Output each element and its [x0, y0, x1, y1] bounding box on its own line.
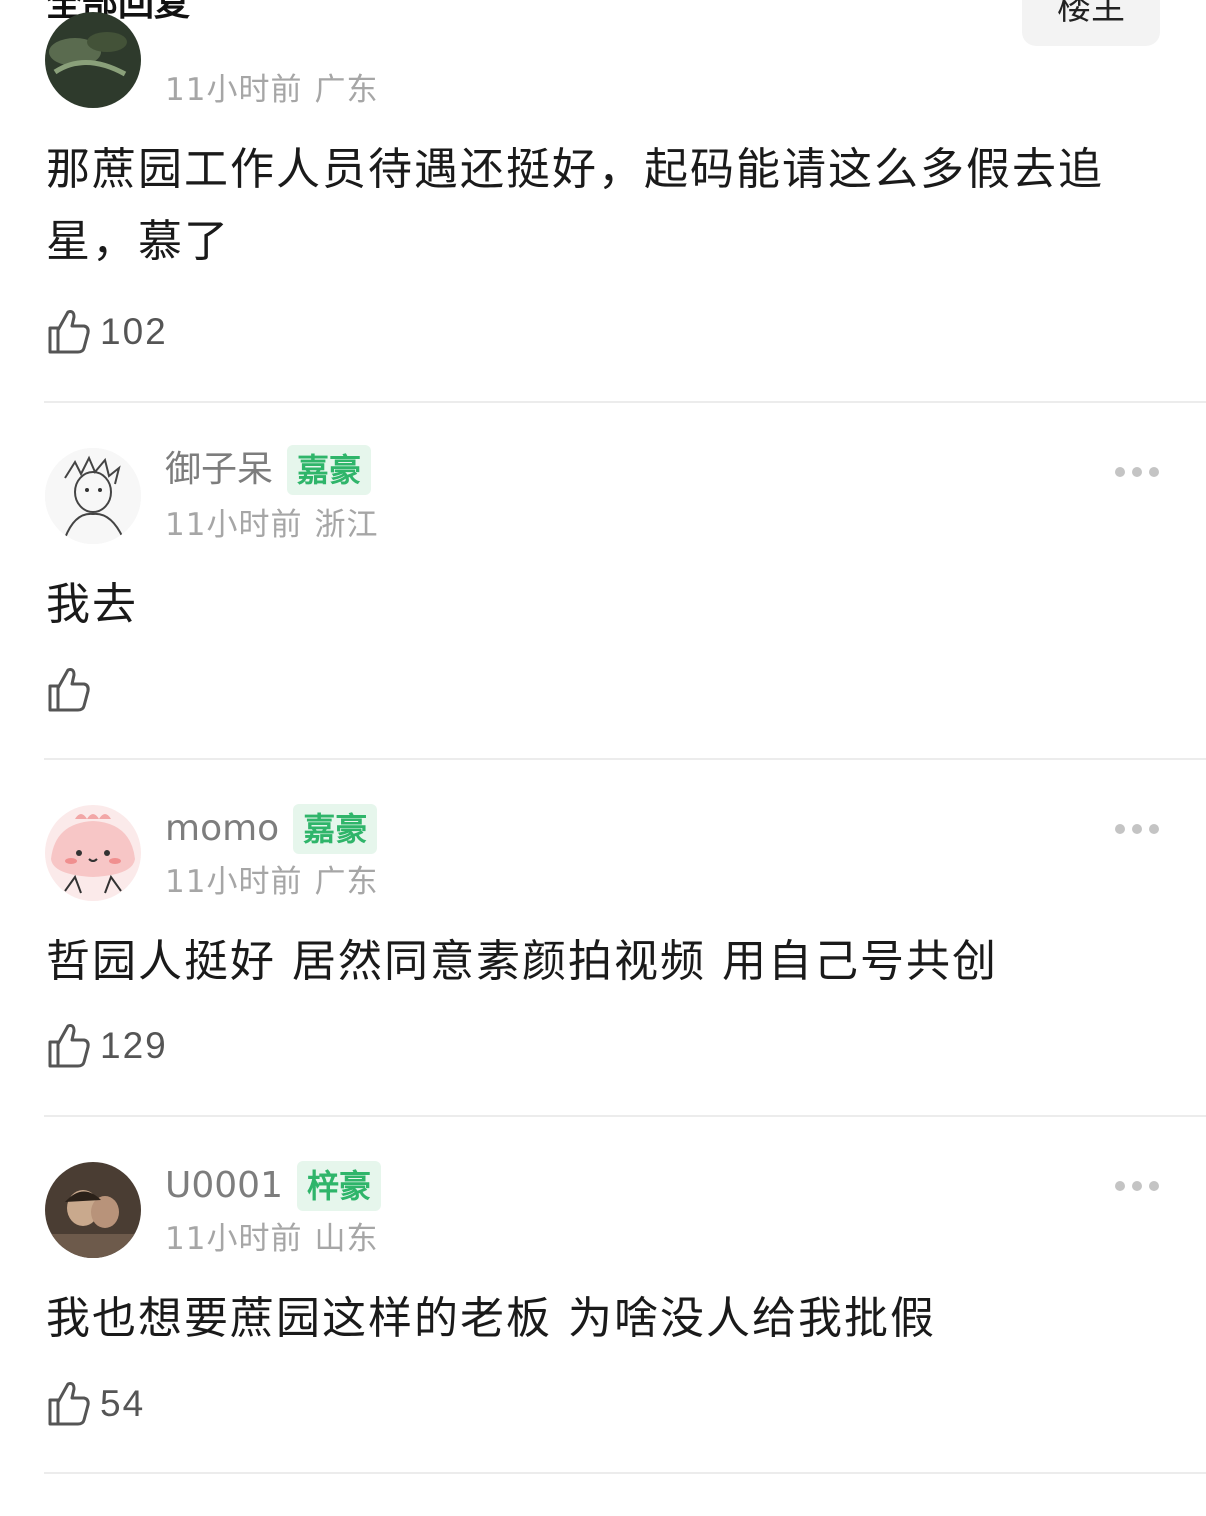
comment-region: 山东	[314, 1221, 379, 1257]
like-count: 102	[100, 311, 168, 352]
comment-time: 11小时前	[165, 507, 303, 543]
divider	[44, 758, 1206, 760]
avatar[interactable]	[45, 448, 141, 544]
comment-text: 那蔗园工作人员待遇还挺好，起码能请这么多假去追星，慕了	[46, 144, 1104, 267]
comment-meta: 11小时前 广东	[165, 70, 378, 110]
thumbs-up-icon	[48, 1024, 90, 1068]
comment-time: 11小时前	[165, 864, 303, 900]
comment-text: 哲园人挺好 居然同意素颜拍视频 用自己号共创	[46, 936, 998, 987]
comment-region: 浙江	[314, 507, 379, 543]
more-dots-icon[interactable]	[1114, 1179, 1160, 1193]
divider	[44, 1472, 1206, 1474]
owner-only-filter-button[interactable]: 楼主	[1022, 0, 1160, 46]
like-button[interactable]: 54	[46, 1380, 145, 1430]
like-count: 129	[100, 1025, 168, 1066]
comment-meta: 11小时前 浙江	[165, 505, 378, 545]
avatar[interactable]	[45, 12, 141, 108]
thumbs-up-icon	[48, 1382, 90, 1426]
avatar[interactable]	[45, 1162, 141, 1258]
comment-region: 广东	[314, 864, 379, 900]
username[interactable]: U0001	[165, 1160, 283, 1212]
like-button[interactable]	[46, 666, 100, 716]
comment-meta: 11小时前 广东	[165, 862, 378, 902]
divider	[44, 401, 1206, 403]
user-badge: 梓豪	[296, 1161, 381, 1211]
comment-time: 11小时前	[165, 1221, 303, 1257]
comment-text: 我也想要蔗园这样的老板 为啥没人给我批假	[46, 1293, 936, 1344]
username[interactable]: momo	[165, 803, 279, 855]
user-badge: 嘉豪	[293, 804, 378, 854]
divider	[44, 1115, 1206, 1117]
username-row: 御子呆 嘉豪	[165, 444, 372, 500]
like-button[interactable]: 129	[46, 1022, 168, 1072]
comment-time: 11小时前	[165, 72, 303, 108]
comment-region: 广东	[314, 72, 379, 108]
replies-header: 全部回复 楼主	[0, 0, 1206, 60]
like-button[interactable]: 102	[46, 308, 168, 358]
comment-meta: 11小时前 山东	[165, 1219, 378, 1259]
username-row: U0001 梓豪	[165, 1160, 381, 1216]
username-row: momo 嘉豪	[165, 803, 378, 859]
thumbs-up-icon	[48, 668, 90, 712]
thumbs-up-icon	[48, 310, 90, 354]
comment-text: 我去	[46, 579, 138, 630]
more-dots-icon[interactable]	[1114, 822, 1160, 836]
avatar[interactable]	[45, 805, 141, 901]
like-count: 54	[100, 1383, 146, 1424]
username[interactable]: 御子呆	[165, 444, 273, 496]
user-badge: 嘉豪	[287, 445, 372, 495]
more-dots-icon[interactable]	[1114, 465, 1160, 479]
